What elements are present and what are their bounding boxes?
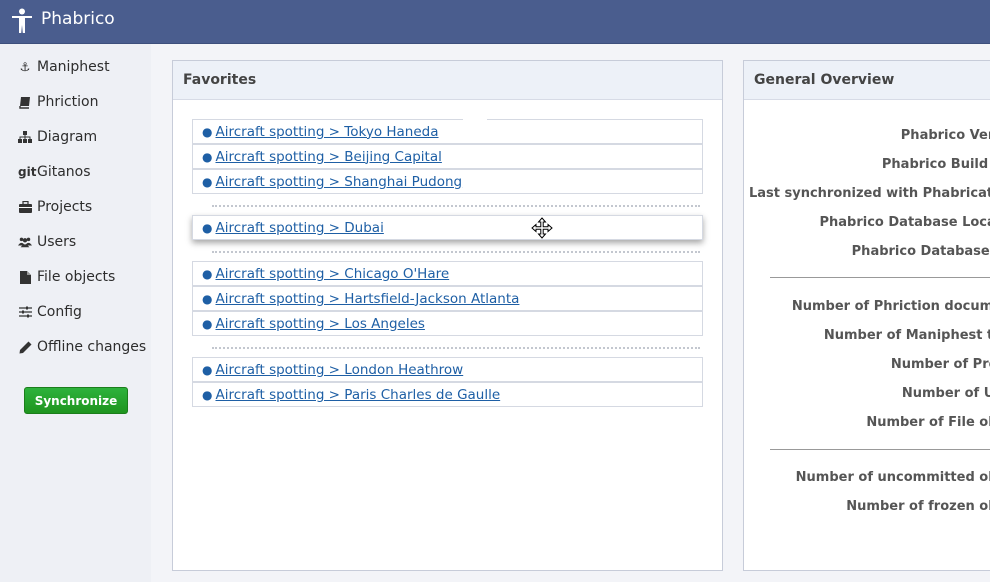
anchor-icon: ⚓	[19, 60, 31, 74]
sidebar-item-label: Config	[37, 304, 82, 320]
favorite-item[interactable]: ● Aircraft spotting > Paris Charles de G…	[192, 382, 703, 407]
favorite-item[interactable]: ● Aircraft spotting > Los Angeles	[192, 311, 703, 336]
briefcase-icon	[18, 200, 32, 214]
sidebar-item-label: Maniphest	[37, 59, 110, 75]
favorite-item[interactable]: ● Aircraft spotting > Chicago O'Hare	[192, 261, 703, 286]
sidebar-item-gitanos[interactable]: git Gitanos	[18, 161, 91, 183]
favorite-link[interactable]: Aircraft spotting > Hartsfield-Jackson A…	[215, 291, 519, 307]
person-icon	[12, 8, 32, 33]
overview-label: Number of File obj	[866, 415, 990, 430]
favorite-link[interactable]: Aircraft spotting > Chicago O'Hare	[215, 266, 449, 282]
bullet-icon: ●	[202, 266, 213, 281]
sidebar-item-label: Phriction	[37, 94, 99, 110]
users-icon	[18, 235, 32, 249]
sliders-icon	[18, 305, 32, 319]
group-separator[interactable]	[212, 347, 700, 349]
general-overview-panel: General Overview Phabrico Vers Phabrico …	[743, 60, 990, 571]
favorite-item[interactable]: ● Aircraft spotting > Beijing Capital	[192, 144, 703, 169]
sidebar-item-offline-changes[interactable]: Offline changes	[18, 336, 146, 358]
favorite-link[interactable]: Aircraft spotting > Dubai	[215, 220, 383, 236]
group-separator[interactable]	[212, 205, 700, 207]
file-icon	[18, 270, 32, 284]
overview-label: Number of frozen obj	[846, 499, 990, 514]
sidebar: ⚓ Maniphest Phriction Diagram git Gitano…	[0, 44, 151, 582]
overview-label: Phabrico Database Locat	[819, 215, 990, 230]
bullet-icon: ●	[202, 362, 213, 377]
gap-cover	[463, 114, 487, 121]
bullet-icon: ●	[202, 316, 213, 331]
bullet-icon: ●	[202, 220, 213, 235]
overview-label: Number of uncommitted obj	[795, 470, 990, 485]
overview-label: Phabrico Database s	[851, 244, 990, 259]
sidebar-item-maniphest[interactable]: ⚓ Maniphest	[18, 56, 110, 78]
overview-label: Phabrico Vers	[900, 128, 990, 143]
pencil-icon	[18, 340, 32, 354]
sidebar-item-label: Projects	[37, 199, 93, 215]
move-cursor-icon	[531, 217, 553, 239]
overview-title: General Overview	[744, 61, 990, 100]
favorite-item[interactable]: ● Aircraft spotting > Tokyo Haneda	[192, 119, 703, 144]
group-separator[interactable]	[212, 251, 700, 253]
overview-label: Number of Proj	[890, 357, 990, 372]
overview-divider	[770, 277, 990, 278]
favorite-link[interactable]: Aircraft spotting > Los Angeles	[215, 316, 424, 332]
overview-label: Number of Maniphest ta	[823, 328, 990, 343]
sidebar-item-label: File objects	[37, 269, 116, 285]
sidebar-item-label: Users	[37, 234, 77, 250]
sidebar-item-projects[interactable]: Projects	[18, 196, 92, 218]
favorite-item[interactable]: ● Aircraft spotting > Hartsfield-Jackson…	[192, 286, 703, 311]
bullet-icon: ●	[202, 124, 213, 139]
favorite-link[interactable]: Aircraft spotting > Tokyo Haneda	[215, 124, 438, 140]
synchronize-button[interactable]: Synchronize	[24, 387, 128, 414]
app-title[interactable]: Phabrico	[41, 9, 115, 29]
favorite-link[interactable]: Aircraft spotting > London Heathrow	[215, 362, 463, 378]
favorite-item[interactable]: ● Aircraft spotting > Shanghai Pudong	[192, 169, 703, 194]
overview-label: Number of Us	[901, 386, 990, 401]
favorites-title: Favorites	[173, 61, 722, 100]
bullet-icon: ●	[202, 387, 213, 402]
overview-label: Last synchronized with Phabricato	[748, 186, 990, 201]
sitemap-icon	[18, 130, 32, 144]
bullet-icon: ●	[202, 174, 213, 189]
favorite-item[interactable]: ● Aircraft spotting > London Heathrow	[192, 357, 703, 382]
sidebar-item-label: Diagram	[37, 129, 98, 145]
sidebar-item-users[interactable]: Users	[18, 231, 76, 253]
bullet-icon: ●	[202, 291, 213, 306]
favorite-link[interactable]: Aircraft spotting > Shanghai Pudong	[215, 174, 462, 190]
git-icon: git	[18, 165, 37, 179]
overview-label: Phabrico Build d	[881, 157, 990, 172]
sidebar-item-config[interactable]: Config	[18, 301, 82, 323]
sidebar-item-label: Offline changes	[37, 339, 147, 355]
favorite-link[interactable]: Aircraft spotting > Paris Charles de Gau…	[215, 387, 500, 403]
sidebar-item-file-objects[interactable]: File objects	[18, 266, 115, 288]
sidebar-item-diagram[interactable]: Diagram	[18, 126, 97, 148]
sidebar-item-label: Gitanos	[37, 164, 91, 180]
sidebar-item-phriction[interactable]: Phriction	[18, 91, 98, 113]
favorite-item-dragging[interactable]: ● Aircraft spotting > Dubai	[192, 215, 703, 240]
top-bar: Phabrico	[0, 0, 990, 44]
favorite-link[interactable]: Aircraft spotting > Beijing Capital	[215, 149, 441, 165]
book-icon	[18, 95, 32, 109]
bullet-icon: ●	[202, 149, 213, 164]
overview-divider	[770, 449, 990, 450]
overview-label: Number of Phriction docume	[791, 299, 990, 314]
